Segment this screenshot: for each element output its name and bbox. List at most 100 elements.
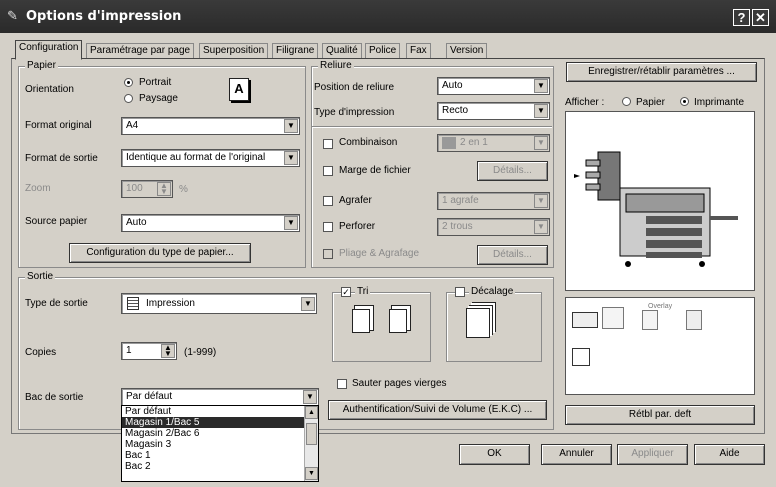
restore-defaults-button[interactable]: Rétbl par. deft	[565, 405, 755, 425]
type-impression-label: Type d'impression	[314, 107, 395, 118]
save-restore-button[interactable]: Enregistrer/rétablir paramètres ...	[566, 62, 757, 82]
reliure-divider	[312, 126, 552, 128]
chevron-down-icon: ▼	[303, 390, 317, 404]
type-impression-select[interactable]: Recto ▼	[437, 102, 550, 120]
chevron-down-icon: ▼	[284, 119, 298, 133]
pliage-label: Pliage & Agrafage	[339, 248, 420, 259]
zoom-stepper[interactable]: 100 ▲ ▼	[121, 180, 173, 198]
dropdown-scrollbar[interactable]: ▲ ▼	[304, 406, 318, 481]
close-button[interactable]: ✕	[752, 9, 769, 26]
combinaison-checkbox[interactable]	[323, 139, 333, 149]
printer-preview	[565, 111, 755, 291]
cancel-button[interactable]: Annuler	[541, 444, 612, 465]
list-item[interactable]: Bac 2	[122, 461, 318, 472]
bac-sortie-label: Bac de sortie	[25, 392, 84, 403]
type-sortie-select[interactable]: Impression ▼	[121, 293, 317, 314]
ok-button[interactable]: OK	[459, 444, 530, 465]
portrait-label: Portrait	[139, 77, 172, 88]
copies-label: Copies	[25, 347, 57, 358]
format-sortie-value: Identique au format de l'original	[126, 152, 266, 163]
list-item[interactable]: Magasin 3	[122, 439, 318, 450]
perforer-checkbox[interactable]	[323, 222, 333, 232]
imprimante-view-radio[interactable]	[680, 97, 689, 106]
bac-sortie-select[interactable]: Par défaut ▼	[121, 388, 319, 406]
scroll-up-icon[interactable]: ▲	[305, 406, 318, 419]
spin-icon: ▲ ▼	[157, 182, 171, 196]
print-options-dialog: ✎ Options d'impression ? ✕ Configuration…	[0, 0, 776, 487]
perforer-select[interactable]: 2 trous ▼	[437, 218, 550, 236]
source-papier-select[interactable]: Auto ▼	[121, 214, 300, 232]
marge-label: Marge de fichier	[339, 165, 411, 176]
agrafer-label: Agrafer	[339, 195, 372, 206]
position-reliure-label: Position de reliure	[314, 82, 395, 93]
tri-checkbox[interactable]: ✓	[341, 287, 351, 297]
perforer-label: Perforer	[339, 221, 376, 232]
type-impression-value: Recto	[442, 105, 469, 116]
list-item[interactable]: Bac 1	[122, 450, 318, 461]
perforer-value: 2 trous	[442, 221, 473, 232]
nup-icon	[442, 137, 456, 149]
sauter-pages-label: Sauter pages vierges	[352, 378, 447, 389]
details-pliage-button[interactable]: Détails...	[477, 245, 548, 265]
details-marge-button[interactable]: Détails...	[477, 161, 548, 181]
tab-configuration[interactable]: Configuration	[15, 40, 83, 60]
afficher-label: Afficher :	[565, 97, 605, 108]
type-sortie-label: Type de sortie	[25, 298, 88, 309]
settings-icons-panel: Overlay	[565, 297, 755, 395]
agrafer-select[interactable]: 1 agrafe ▼	[437, 192, 550, 210]
sauter-pages-checkbox[interactable]	[337, 379, 347, 389]
copies-range: (1-999)	[184, 347, 217, 358]
copies-stepper[interactable]: 1 ▲ ▼	[121, 342, 177, 360]
auth-ekc-button[interactable]: Authentification/Suivi de Volume (E.K.C)…	[328, 400, 547, 420]
format-original-select[interactable]: A4 ▼	[121, 117, 300, 135]
help-button[interactable]: ?	[733, 9, 750, 26]
tri-group	[332, 292, 431, 362]
zoom-unit: %	[179, 184, 188, 195]
chevron-down-icon: ▼	[534, 79, 548, 93]
tab-fax[interactable]: Fax	[406, 43, 431, 59]
format-original-value: A4	[126, 120, 139, 131]
watermark-icon	[686, 310, 702, 330]
config-type-papier-button[interactable]: Configuration du type de papier...	[69, 243, 251, 263]
apply-button[interactable]: Appliquer	[617, 444, 688, 465]
combinaison-label: Combinaison	[339, 137, 398, 148]
format-sortie-select[interactable]: Identique au format de l'original ▼	[121, 149, 300, 167]
position-reliure-select[interactable]: Auto ▼	[437, 77, 550, 95]
tab-qualite[interactable]: Qualité	[322, 43, 362, 59]
scroll-down-icon[interactable]: ▼	[305, 467, 318, 480]
spin-icon[interactable]: ▲ ▼	[161, 344, 175, 358]
paysage-radio[interactable]	[124, 94, 133, 103]
bac-sortie-dropdown-list[interactable]: Par défaut Magasin 1/Bac 5 Magasin 2/Bac…	[121, 405, 319, 482]
list-item[interactable]: Magasin 2/Bac 6	[122, 428, 318, 439]
pliage-checkbox[interactable]	[323, 249, 333, 259]
combinaison-select[interactable]: 2 en 1 ▼	[437, 134, 550, 152]
overlay-pages-icon	[602, 307, 624, 329]
agrafer-value: 1 agrafe	[442, 195, 479, 206]
decalage-checkbox[interactable]	[455, 287, 465, 297]
offset-stack-icon	[466, 308, 490, 338]
tab-parametrage[interactable]: Paramétrage par page	[86, 43, 195, 59]
orientation-preview-icon: A	[229, 78, 249, 101]
paysage-label: Paysage	[139, 93, 178, 104]
chevron-down-icon: ▼	[534, 194, 548, 208]
help-footer-button[interactable]: Aide	[694, 444, 765, 465]
imprimante-view-label: Imprimante	[694, 97, 745, 108]
tab-filigrane[interactable]: Filigrane	[272, 43, 319, 59]
list-item[interactable]: Par défaut	[122, 406, 318, 417]
portrait-radio[interactable]	[124, 78, 133, 87]
scroll-thumb[interactable]	[306, 423, 317, 445]
decalage-group	[446, 292, 542, 362]
tab-superposition[interactable]: Superposition	[199, 43, 269, 59]
tab-police[interactable]: Police	[365, 43, 401, 59]
agrafer-checkbox[interactable]	[323, 196, 333, 206]
zoom-value: 100	[126, 183, 143, 194]
chevron-down-icon: ▼	[534, 136, 548, 150]
list-item[interactable]: Magasin 1/Bac 5	[122, 417, 318, 428]
window-title: Options d'impression	[26, 9, 182, 24]
marge-checkbox[interactable]	[323, 166, 333, 176]
papier-view-radio[interactable]	[622, 97, 631, 106]
printer-app-icon: ✎	[7, 8, 18, 23]
copies-value: 1	[126, 345, 132, 356]
papier-legend: Papier	[25, 60, 58, 72]
tab-version[interactable]: Version	[446, 43, 488, 59]
